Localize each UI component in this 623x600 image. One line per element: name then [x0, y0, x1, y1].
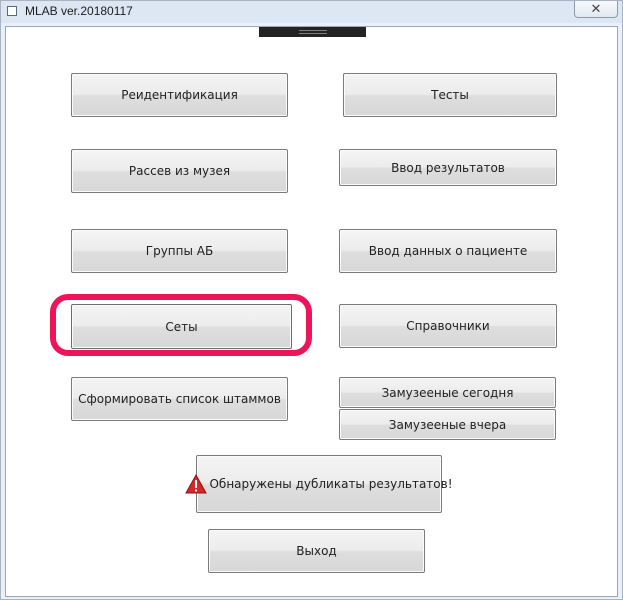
exit-button[interactable]: Выход: [208, 529, 425, 573]
window-icon: [7, 6, 17, 16]
app-window: MLAB ver.20180117 ✕ Реидентификация Тест…: [0, 0, 623, 600]
museum-seeding-button[interactable]: Рассев из музея: [71, 149, 288, 193]
warning-icon: [185, 474, 208, 494]
museumed-yesterday-button[interactable]: Замузееные вчера: [339, 409, 556, 440]
results-entry-button[interactable]: Ввод результатов: [339, 149, 557, 186]
tests-button[interactable]: Тесты: [343, 73, 557, 117]
panel-grip-handle[interactable]: [259, 27, 366, 37]
window-title: MLAB ver.20180117: [25, 4, 133, 18]
reidentification-button[interactable]: Реидентификация: [71, 73, 288, 117]
grip-line: [299, 30, 327, 31]
duplicates-found-button[interactable]: Обнаружены дубликаты результатов!: [185, 455, 453, 513]
form-strain-list-button[interactable]: Сформировать список штаммов: [71, 377, 288, 421]
patient-data-entry-button[interactable]: Ввод данных о пациенте: [339, 229, 557, 273]
close-button[interactable]: ✕: [574, 1, 618, 18]
title-bar[interactable]: MLAB ver.20180117 ✕: [1, 1, 622, 23]
references-button[interactable]: Справочники: [339, 304, 557, 348]
sets-button[interactable]: Сеты: [71, 304, 292, 349]
duplicates-found-label: Обнаружены дубликаты результатов!: [209, 477, 453, 491]
main-panel: Реидентификация Тесты Рассев из музея Вв…: [5, 26, 618, 597]
museumed-today-button[interactable]: Замузееные сегодня: [339, 377, 556, 408]
ab-groups-button[interactable]: Группы АБ: [71, 229, 288, 273]
grip-line: [299, 33, 327, 34]
close-icon: ✕: [590, 1, 602, 17]
